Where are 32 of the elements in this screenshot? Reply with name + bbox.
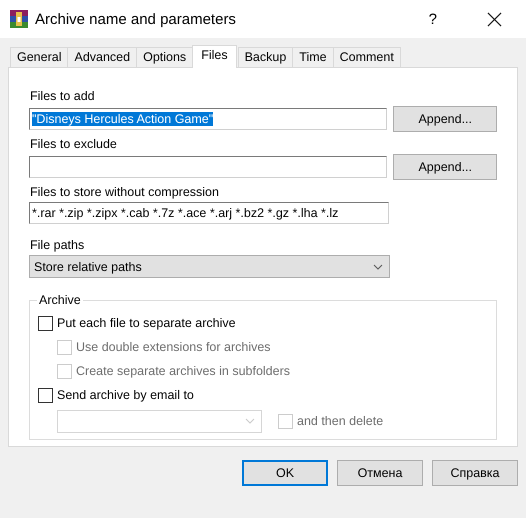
chevron-down-icon — [245, 418, 255, 424]
tab[interactable]: Comment — [332, 47, 401, 67]
tab[interactable]: General — [10, 47, 68, 67]
close-icon[interactable] — [487, 12, 502, 26]
tab[interactable]: Options — [136, 47, 194, 67]
checkbox-label: and then delete — [297, 414, 384, 428]
dialog-button[interactable]: Справка — [432, 460, 518, 486]
input-field[interactable]: *.rar *.zip *.zipx *.cab *.7z *.ace *.arj *.bz2 *.gz *.lha *.lz — [29, 202, 389, 224]
file-paths-dropdown[interactable]: Store relative paths — [29, 255, 390, 278]
books-stack-icon — [9, 9, 29, 29]
chevron-down-icon — [373, 264, 383, 270]
checkbox[interactable] — [38, 388, 53, 402]
group-title: Archive — [37, 293, 83, 307]
field-label: File paths — [30, 238, 86, 252]
help-button[interactable]: ? — [428, 10, 437, 28]
checkbox-label: Create separate archives in subfolders — [76, 364, 290, 378]
checkbox-label: Use double extensions for archives — [76, 340, 271, 354]
field-label: Files to store without compression — [30, 185, 220, 199]
append-button[interactable]: Append... — [393, 106, 497, 132]
append-button[interactable]: Append... — [393, 154, 497, 180]
window-title: Archive name and parameters — [35, 10, 237, 28]
tab[interactable]: Backup — [238, 47, 294, 67]
input-field[interactable] — [29, 156, 388, 178]
field-label: Files to exclude — [30, 137, 118, 151]
checkbox[interactable] — [38, 316, 53, 330]
field-label: Files to add — [30, 89, 96, 103]
checkbox-label: Put each file to separate archive — [57, 316, 236, 330]
tab[interactable]: Files — [192, 45, 237, 68]
input-field[interactable]: "Disneys Hercules Action Game" — [29, 108, 388, 130]
dialog-button[interactable]: Отмена — [337, 460, 423, 486]
checkbox-label: Send archive by email to — [57, 388, 194, 402]
dialog-button[interactable]: OK — [242, 460, 328, 486]
